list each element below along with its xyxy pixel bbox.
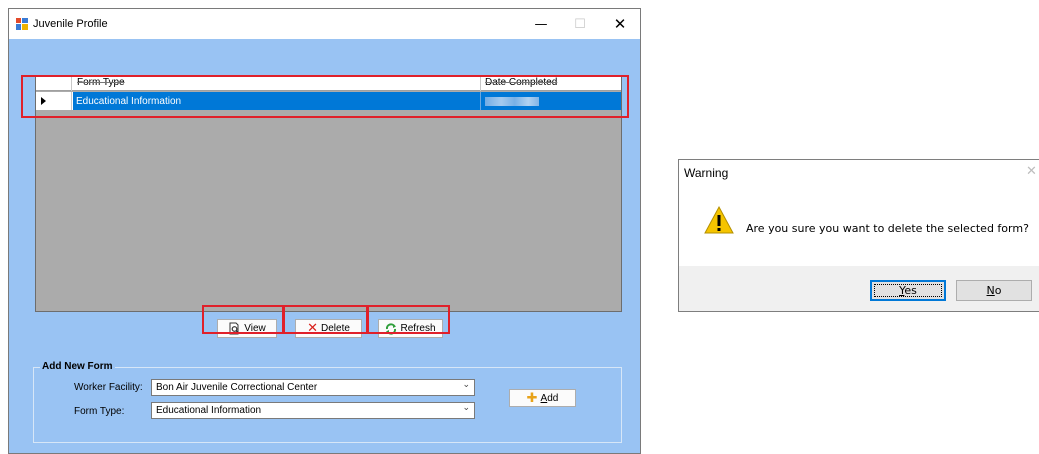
worker-facility-select[interactable]: Bon Air Juvenile Correctional Center ⌄ xyxy=(151,379,475,396)
highlight-refresh-button xyxy=(367,305,450,334)
group-title: Add New Form xyxy=(40,361,115,372)
add-button-label: Add xyxy=(540,392,559,404)
title-bar: Juvenile Profile — ☐ ✕ xyxy=(9,9,640,39)
worker-facility-label: Worker Facility: xyxy=(74,382,143,393)
highlight-delete-button xyxy=(283,305,368,334)
chevron-down-icon: ⌄ xyxy=(462,403,470,413)
app-icon xyxy=(16,18,28,30)
warning-icon xyxy=(704,205,734,234)
highlight-view-button xyxy=(202,305,284,334)
highlight-selected-row xyxy=(21,75,629,118)
no-button-label: No xyxy=(986,284,1002,297)
form-type-value: Educational Information xyxy=(156,405,262,416)
chevron-down-icon: ⌄ xyxy=(462,380,470,390)
maximize-button[interactable]: ☐ xyxy=(565,9,595,39)
focus-rectangle xyxy=(874,284,942,297)
dialog-message: Are you sure you want to delete the sele… xyxy=(746,222,1029,235)
yes-button[interactable]: Yes xyxy=(870,280,946,301)
add-button[interactable]: ✚ Add xyxy=(509,389,576,407)
add-new-form-group: Add New Form Worker Facility: Bon Air Ju… xyxy=(33,361,622,443)
minimize-button[interactable]: — xyxy=(526,9,556,39)
window-title: Juvenile Profile xyxy=(33,18,108,30)
warning-dialog: Warning ✕ Are you sure you want to delet… xyxy=(678,159,1039,312)
add-plus-icon: ✚ xyxy=(526,390,538,406)
worker-facility-value: Bon Air Juvenile Correctional Center xyxy=(156,382,318,393)
dialog-close-icon[interactable]: ✕ xyxy=(1026,164,1037,179)
dialog-title: Warning xyxy=(684,166,729,180)
close-button[interactable]: ✕ xyxy=(605,9,635,39)
form-type-label: Form Type: xyxy=(74,406,125,417)
dialog-body: Are you sure you want to delete the sele… xyxy=(679,187,1039,266)
dialog-title-bar: Warning ✕ xyxy=(679,160,1039,187)
form-type-select[interactable]: Educational Information ⌄ xyxy=(151,402,475,419)
no-button[interactable]: No xyxy=(956,280,1032,301)
